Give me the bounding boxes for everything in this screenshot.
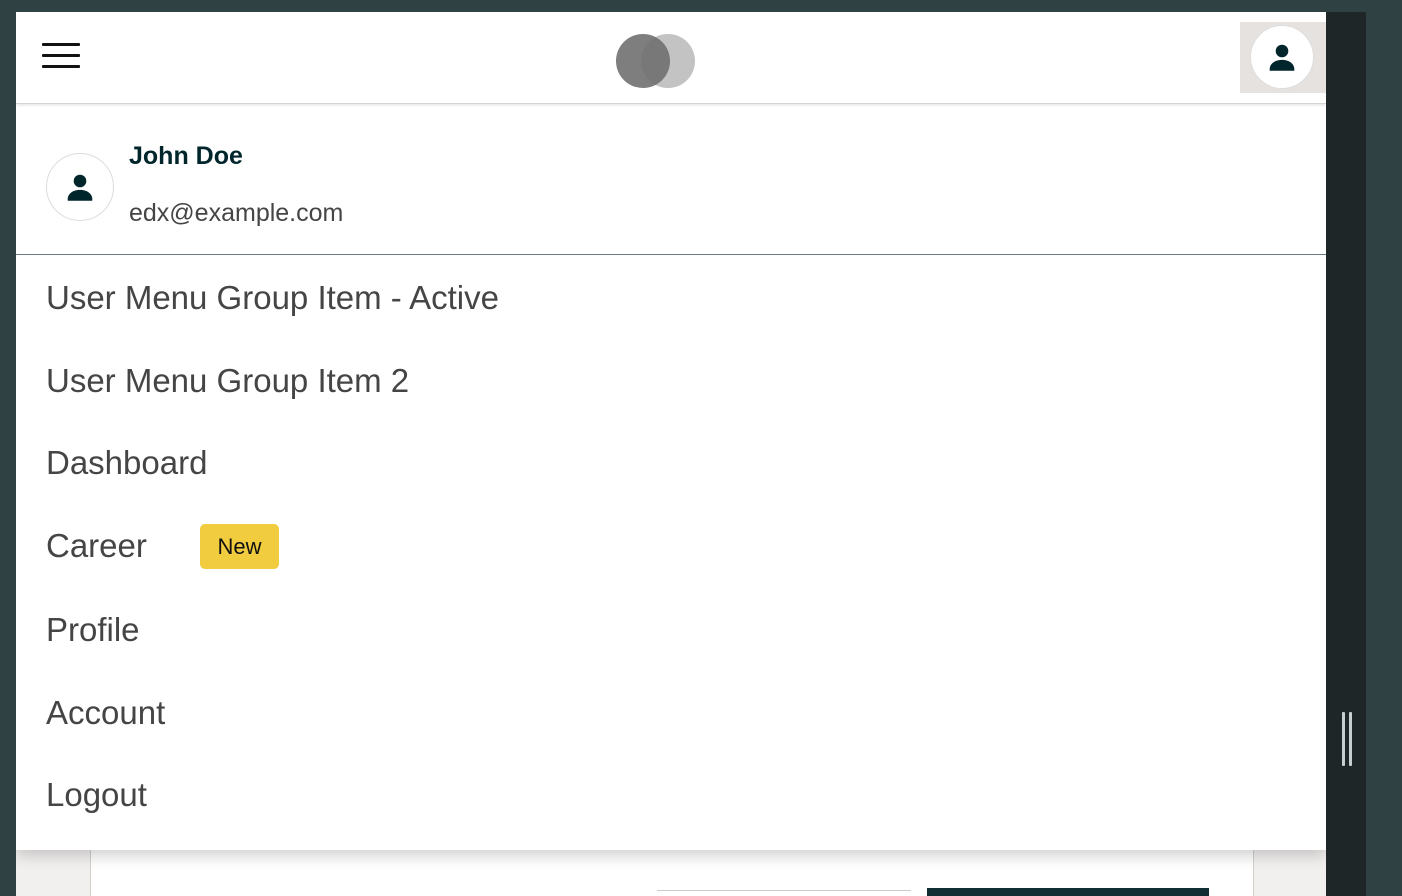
hamburger-icon bbox=[42, 54, 80, 57]
background-page-content bbox=[90, 842, 1254, 896]
avatar bbox=[1250, 25, 1314, 89]
user-icon bbox=[1269, 44, 1295, 71]
user-dropdown-menu: John Doe edx@example.com User Menu Group… bbox=[16, 104, 1326, 850]
profile-avatar bbox=[46, 153, 114, 221]
menu-item-user-menu-group-item-active[interactable]: User Menu Group Item - Active bbox=[46, 278, 499, 318]
hamburger-icon bbox=[42, 43, 80, 46]
resize-handle[interactable] bbox=[1342, 712, 1354, 766]
site-header bbox=[16, 12, 1326, 104]
new-badge: New bbox=[200, 524, 279, 569]
menu-item-user-menu-group-item-2[interactable]: User Menu Group Item 2 bbox=[46, 361, 409, 401]
hamburger-menu-button[interactable] bbox=[34, 38, 86, 78]
resize-grip-line bbox=[1349, 712, 1352, 766]
menu-item-career[interactable]: Career New bbox=[46, 524, 279, 569]
menu-item-label: Career bbox=[46, 527, 147, 564]
profile-email: edx@example.com bbox=[129, 199, 344, 227]
menu-item-dashboard[interactable]: Dashboard bbox=[46, 443, 207, 483]
resize-grip-line bbox=[1342, 712, 1345, 766]
app-frame: John Doe edx@example.com User Menu Group… bbox=[16, 12, 1326, 896]
menu-item-profile[interactable]: Profile bbox=[46, 610, 140, 650]
background-primary-button[interactable] bbox=[927, 888, 1209, 896]
profile-name: John Doe bbox=[129, 142, 243, 170]
menu-item-account[interactable]: Account bbox=[46, 693, 165, 733]
hamburger-icon bbox=[42, 65, 80, 68]
user-icon bbox=[67, 174, 93, 201]
background-input-field[interactable] bbox=[657, 890, 911, 896]
overlapping-circles-logo bbox=[616, 34, 698, 88]
user-profile-summary: John Doe edx@example.com bbox=[16, 104, 1326, 255]
user-menu-avatar-button[interactable] bbox=[1240, 22, 1326, 93]
menu-item-logout[interactable]: Logout bbox=[46, 775, 147, 815]
